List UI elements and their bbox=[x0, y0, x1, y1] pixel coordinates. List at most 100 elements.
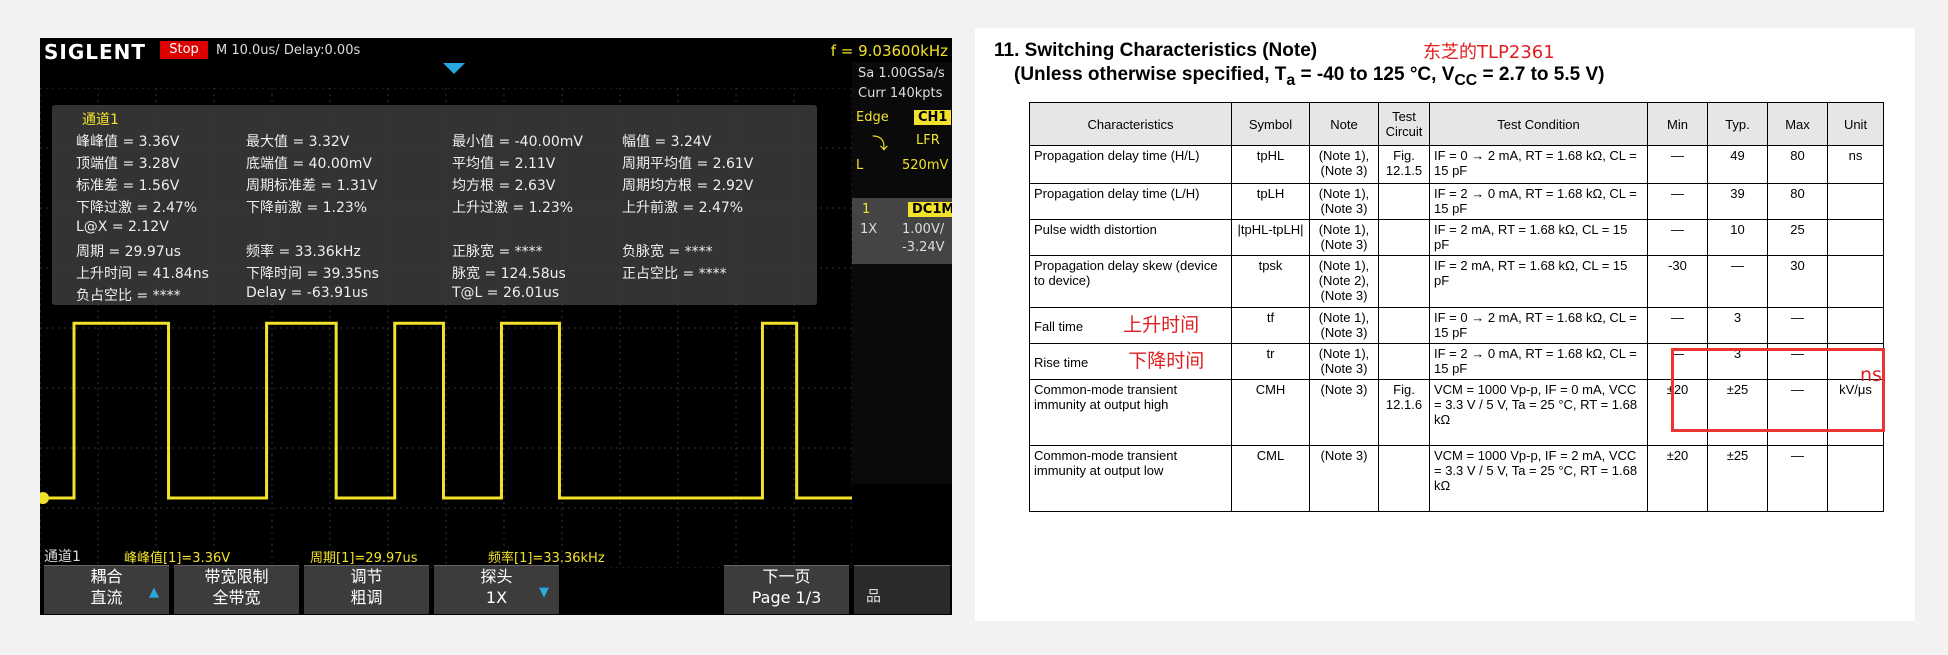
softkey-coupling[interactable]: 耦合 直流 ▲ bbox=[44, 565, 169, 614]
cell-text-min: — bbox=[1671, 148, 1684, 163]
cell-text-note: (Note 3) bbox=[1320, 382, 1368, 397]
table-cell-min: — bbox=[1647, 183, 1708, 220]
trigger-slope[interactable]: LFR bbox=[916, 133, 940, 148]
column-header: Symbol bbox=[1231, 102, 1310, 146]
softkey-adjust-value: 粗调 bbox=[350, 588, 383, 607]
trigger-position-icon[interactable] bbox=[443, 63, 465, 74]
table-cell-min: -30 bbox=[1647, 255, 1708, 308]
column-header: Characteristics bbox=[1029, 102, 1232, 146]
measurement-value: 正占空比 = **** bbox=[622, 266, 727, 282]
sample-rate: Sa 1.00GSa/s bbox=[858, 66, 945, 81]
column-header: Test Circuit bbox=[1378, 102, 1430, 146]
measurement-panel-title: 通道1 bbox=[82, 112, 119, 128]
table-header-row: Characteristics Symbol Note Test Circuit Tes… bbox=[1029, 102, 1884, 146]
measurement-value: 脉宽 = 124.58us bbox=[452, 266, 566, 282]
measurement-value: 负脉宽 = **** bbox=[622, 244, 713, 260]
cell-text-sym: tpHL bbox=[1256, 148, 1285, 163]
measurement-value: 最大值 = 3.32V bbox=[246, 134, 350, 150]
cell-text-sym: tpLH bbox=[1256, 186, 1285, 201]
network-icon: 品 bbox=[866, 587, 882, 605]
table-cell-unit bbox=[1827, 445, 1884, 512]
measurement-value: 峰峰值 = 3.36V bbox=[76, 134, 180, 150]
status-period: 周期[1]=29.97us bbox=[310, 551, 418, 566]
table-cell-max: 30 bbox=[1767, 255, 1828, 308]
run-state-badge[interactable]: Stop bbox=[160, 41, 208, 59]
cell-text-max: 30 bbox=[1790, 258, 1805, 273]
cell-text-cond: VCM = 1000 Vp-p, IF = 0 mA, VCC = 3.3 V … bbox=[1434, 382, 1638, 427]
table-cell-cond: IF = 2 → 0 mA, RT = 1.68 kΩ, CL = 15 pF bbox=[1429, 343, 1648, 380]
cell-text-cond: IF = 2 → 0 mA, RT = 1.68 kΩ, CL = 15 pF bbox=[1434, 186, 1637, 216]
table-cell-char: Propagation delay time (H/L) bbox=[1029, 145, 1232, 184]
cell-text-char: Pulse width distortion bbox=[1034, 222, 1157, 237]
measurement-value: 下降前激 = 1.23% bbox=[246, 200, 368, 216]
cell-text-min: -30 bbox=[1668, 258, 1687, 273]
table-row: Pulse width distortion |tpHL-tpLH| (Note 1… bbox=[1029, 219, 1884, 256]
column-header: Min bbox=[1647, 102, 1708, 146]
cell-text-unit: ns bbox=[1848, 148, 1863, 163]
measurement-value: 下降过激 = 2.47% bbox=[76, 200, 198, 216]
measurement-value: L@X = 2.12V bbox=[76, 219, 169, 235]
measurement-value: 顶端值 = 3.28V bbox=[76, 156, 180, 172]
timebase-readout: M 10.0us/ Delay:0.00s bbox=[216, 43, 361, 58]
table-cell-char: Propagation delay skew (device to device… bbox=[1029, 255, 1232, 308]
table-cell-char: Common-mode transient immunity at output… bbox=[1029, 379, 1232, 446]
trigger-level[interactable]: 520mV bbox=[902, 158, 948, 173]
softkey-bandwidth-limit[interactable]: 带宽限制 全带宽 bbox=[174, 565, 299, 614]
table-cell-unit bbox=[1827, 219, 1884, 256]
table-cell-char: Fall time 上升时间 bbox=[1029, 307, 1232, 344]
table-cell-char: Propagation delay time (L/H) bbox=[1029, 183, 1232, 220]
table-cell-min: — bbox=[1647, 145, 1708, 184]
cell-text-circuit: Fig. 12.1.6 bbox=[1385, 382, 1423, 412]
cell-text-min: — bbox=[1671, 310, 1684, 325]
cell-text-typ: — bbox=[1731, 258, 1744, 273]
table-cell-typ: — bbox=[1707, 255, 1768, 308]
table-cell-sym: tr bbox=[1231, 343, 1310, 380]
highlight-unit: ns bbox=[1860, 364, 1882, 386]
measurement-value: 周期均方根 = 2.92V bbox=[622, 178, 754, 194]
falling-edge-icon: ⤵ bbox=[872, 134, 889, 153]
measurement-value: 频率 = 33.36kHz bbox=[246, 244, 361, 260]
cell-text-circuit: Fig. 12.1.5 bbox=[1385, 148, 1423, 178]
measurement-value: 标准差 = 1.56V bbox=[76, 178, 180, 194]
cell-text-max: — bbox=[1791, 310, 1804, 325]
cell-text-char: Propagation delay time (H/L) bbox=[1034, 148, 1200, 163]
highlight-box bbox=[1671, 348, 1885, 432]
column-header: Typ. bbox=[1707, 102, 1768, 146]
cell-text-min: ±20 bbox=[1666, 448, 1689, 463]
trigger-type[interactable]: Edge bbox=[856, 110, 889, 125]
measurement-panel: 通道1 峰峰值 = 3.36V 最大值 = 3.32V 最小值 = -40.00mV… bbox=[52, 105, 817, 305]
channel-1-trace bbox=[40, 321, 852, 500]
table-cell-cond: IF = 0 → 2 mA, RT = 1.68 kΩ, CL = 15 pF bbox=[1429, 145, 1648, 184]
measurement-value: 下降时间 = 39.35ns bbox=[246, 266, 379, 282]
probe-ratio: 1X bbox=[860, 222, 878, 237]
softkey-adjust[interactable]: 调节 粗调 bbox=[304, 565, 429, 614]
cell-text-cond: IF = 2 → 0 mA, RT = 1.68 kΩ, CL = 15 pF bbox=[1434, 346, 1637, 376]
table-row: Common-mode transient immunity at output… bbox=[1029, 445, 1884, 512]
table-cell-circuit bbox=[1378, 445, 1430, 512]
cell-text-char: Common-mode transient immunity at output… bbox=[1034, 382, 1178, 412]
softkey-next-page[interactable]: 下一页 Page 1/3 bbox=[724, 565, 849, 614]
table-cell-note: (Note 1), (Note 3) bbox=[1309, 183, 1379, 220]
trigger-source[interactable]: CH1 bbox=[914, 110, 952, 125]
table-cell-circuit: Fig. 12.1.5 bbox=[1378, 145, 1430, 184]
table-cell-char: Rise time 下降时间 bbox=[1029, 343, 1232, 380]
table-cell-cond: VCM = 1000 Vp-p, IF = 0 mA, VCC = 3.3 V … bbox=[1429, 379, 1648, 446]
status-frequency: 频率[1]=33.36kHz bbox=[488, 551, 605, 566]
cell-text-char: Fall time bbox=[1034, 319, 1084, 334]
subtitle-part2: = -40 to 125 °C, V bbox=[1295, 64, 1455, 85]
table-cell-max: 80 bbox=[1767, 145, 1828, 184]
cell-text-min: — bbox=[1671, 222, 1684, 237]
table-row: Propagation delay time (L/H) tpLH (Note 1)… bbox=[1029, 183, 1884, 220]
subtitle-part3: = 2.7 to 5.5 V) bbox=[1477, 64, 1605, 85]
cell-text-char: Propagation delay time (L/H) bbox=[1034, 186, 1200, 201]
table-cell-cond: IF = 2 → 0 mA, RT = 1.68 kΩ, CL = 15 pF bbox=[1429, 183, 1648, 220]
measurement-value: 周期 = 29.97us bbox=[76, 244, 181, 260]
measurement-value: 底端值 = 40.00mV bbox=[246, 156, 372, 172]
status-vpp: 峰峰值[1]=3.36V bbox=[124, 551, 231, 566]
table-cell-circuit bbox=[1378, 343, 1430, 380]
datasheet-excerpt: 11. Switching Characteristics (Note) 东芝的… bbox=[975, 28, 1915, 621]
channel-1-marker-icon[interactable] bbox=[40, 492, 49, 504]
table-cell-unit bbox=[1827, 183, 1884, 220]
cell-text-typ: 39 bbox=[1730, 186, 1745, 201]
softkey-probe[interactable]: 探头 1X ▼ bbox=[434, 565, 559, 614]
